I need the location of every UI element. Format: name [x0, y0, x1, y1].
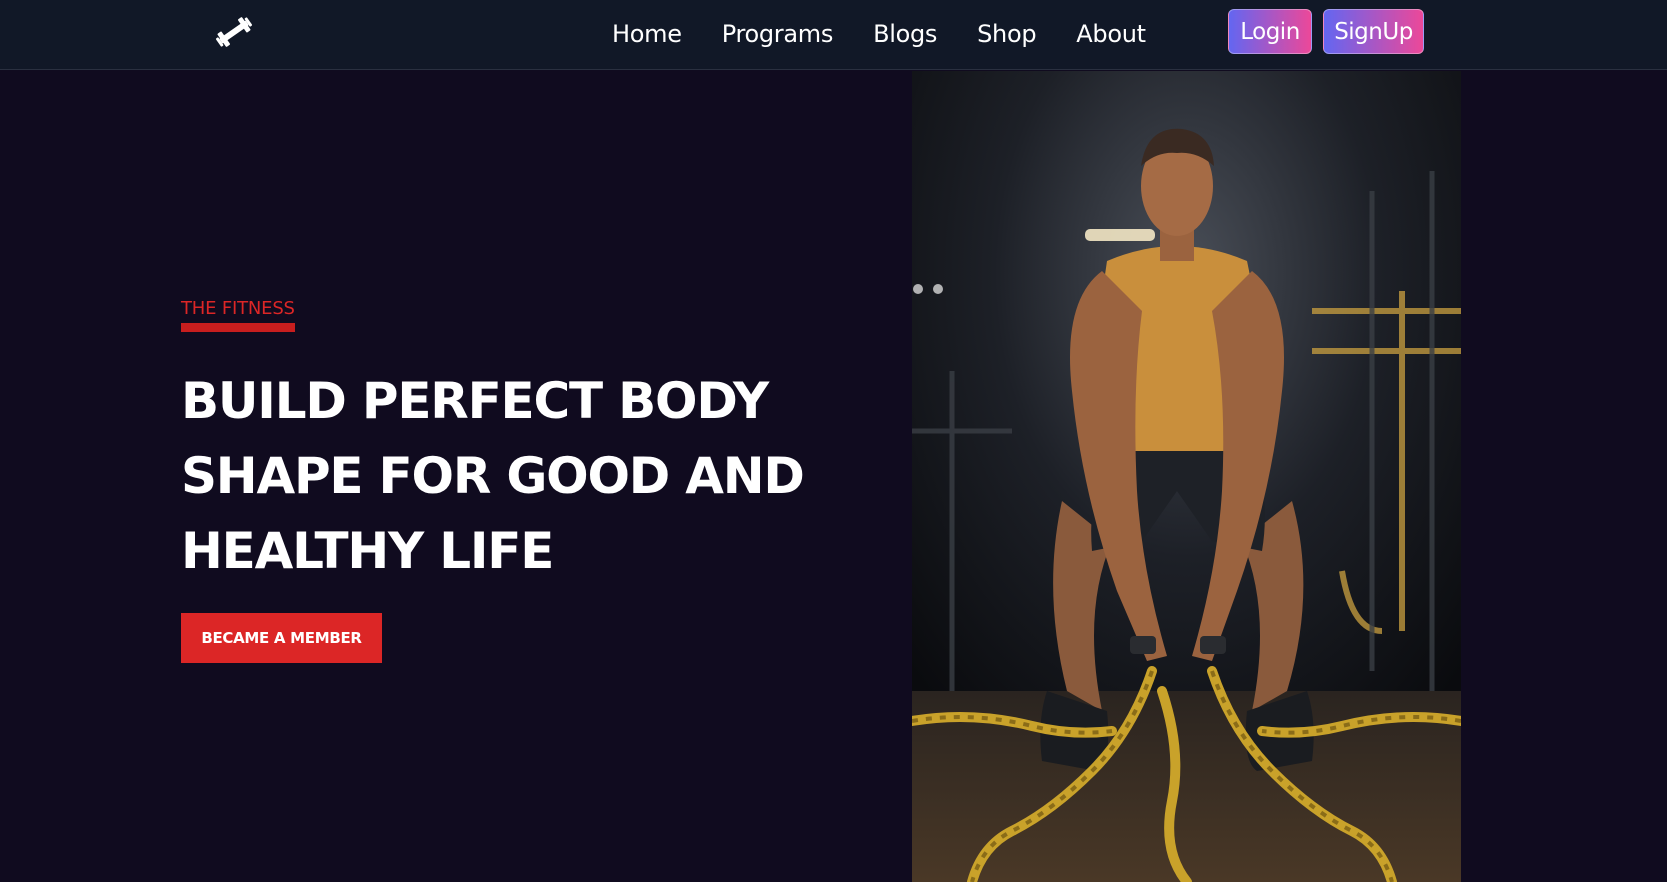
- main-nav: Home Programs Blogs Shop About: [612, 0, 1186, 68]
- navbar: Home Programs Blogs Shop About Login Sig…: [0, 0, 1667, 70]
- nav-shop[interactable]: Shop: [977, 20, 1036, 48]
- login-button[interactable]: Login: [1228, 9, 1312, 54]
- signup-button[interactable]: SignUp: [1323, 9, 1424, 54]
- nav-programs[interactable]: Programs: [722, 20, 834, 48]
- nav-blogs[interactable]: Blogs: [873, 20, 937, 48]
- dumbbell-icon[interactable]: [214, 16, 254, 48]
- hero-section: THE FITNESS BUILD PERFECT BODY SHAPE FOR…: [181, 298, 901, 663]
- hero-eyebrow: THE FITNESS: [181, 298, 295, 332]
- nav-home[interactable]: Home: [612, 20, 682, 48]
- became-member-button[interactable]: BECAME A MEMBER: [181, 613, 382, 663]
- headline-line-2: SHAPE FOR GOOD AND: [181, 447, 805, 505]
- hero-headline: BUILD PERFECT BODY SHAPE FOR GOOD AND HE…: [181, 364, 901, 589]
- hero-athlete-image: [912, 71, 1461, 882]
- headline-line-1: BUILD PERFECT BODY: [181, 372, 769, 430]
- auth-buttons: Login SignUp: [1228, 9, 1424, 54]
- nav-about[interactable]: About: [1076, 20, 1146, 48]
- headline-line-3: HEALTHY LIFE: [181, 522, 554, 580]
